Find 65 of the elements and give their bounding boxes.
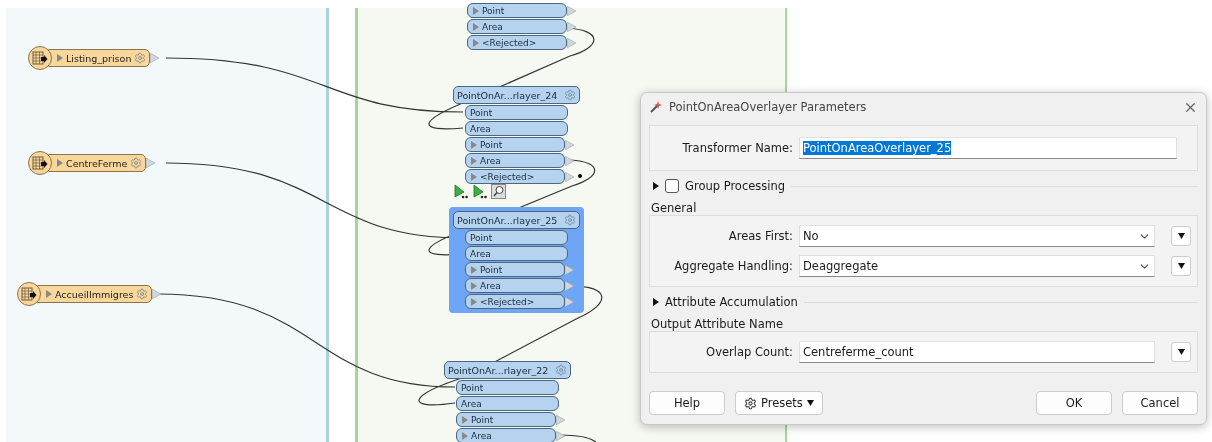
dialog-button[interactable]: Help (649, 391, 725, 415)
caret-icon (1177, 348, 1185, 356)
table-arrow-icon (32, 156, 48, 170)
input-port[interactable]: Area (465, 121, 568, 136)
group-title: General (651, 201, 697, 215)
output-port[interactable]: Point (456, 412, 556, 427)
checkbox[interactable] (665, 179, 679, 193)
table-arrow-icon (32, 51, 48, 65)
caret-icon (1177, 232, 1185, 240)
field-label: Overlap Count: (705, 345, 793, 359)
dropdown-field[interactable]: No (799, 225, 1155, 247)
field-label: Aggregate Handling: (673, 259, 793, 273)
transformer-header[interactable]: PointOnAr...rlayer_22 (444, 361, 571, 379)
run-icon[interactable] (453, 184, 468, 199)
presets-button[interactable]: Presets (735, 391, 823, 415)
port-connector-icon (152, 289, 162, 299)
table-arrow-icon (21, 287, 37, 301)
section-label: Attribute Accumulation (665, 295, 798, 309)
expand-icon (652, 298, 659, 306)
dropdown-field[interactable]: Deaggregate (799, 255, 1155, 277)
reader-label[interactable]: CentreFerme (48, 154, 147, 172)
transformer-header[interactable]: PointOnAr...rlayer_25 (453, 211, 580, 229)
output-port[interactable]: <Rejected> (467, 35, 567, 50)
section-label: Group Processing (685, 179, 786, 193)
port-connector-icon (146, 158, 156, 168)
output-port[interactable]: Point (467, 3, 567, 18)
dialog-title: PointOnAreaOverlayer Parameters (669, 100, 867, 114)
output-port[interactable]: <Rejected> (465, 169, 565, 184)
inspect-icon[interactable] (491, 184, 506, 199)
group-title: Output Attribute Name (651, 317, 783, 331)
input-port[interactable]: Point (456, 380, 559, 395)
output-port[interactable]: Area (465, 153, 565, 168)
dialog-button[interactable]: Cancel (1122, 391, 1198, 415)
port-arrow-icon (56, 54, 63, 62)
input-port[interactable]: Point (465, 105, 568, 120)
caret-icon (1177, 262, 1185, 270)
output-port[interactable]: Point (465, 262, 565, 277)
expand-icon (652, 182, 659, 190)
field-label: Transformer Name: (681, 141, 793, 155)
input-port[interactable]: Point (465, 230, 568, 245)
port-arrow-icon (56, 159, 63, 167)
options-button[interactable] (1171, 256, 1191, 276)
output-port[interactable]: Point (465, 137, 565, 152)
input-field[interactable]: PointOnAreaOverlayer_25 (799, 137, 1177, 159)
wand-icon (649, 100, 663, 114)
input-port[interactable]: Area (465, 246, 568, 261)
output-port[interactable]: <Rejected> (465, 294, 565, 309)
options-button[interactable] (1171, 226, 1191, 246)
input-port[interactable]: Area (456, 396, 559, 411)
reader-label[interactable]: Listing_prison (48, 49, 151, 67)
options-button[interactable] (1171, 342, 1191, 362)
transformer-header[interactable]: PointOnAr...rlayer_24 (453, 86, 580, 104)
field-label: Areas First: (727, 229, 793, 243)
port-connector-icon (150, 53, 160, 63)
port-dot (578, 174, 582, 178)
input-field[interactable]: Centreferme_count (799, 341, 1155, 363)
reader-label[interactable]: AccueilImmigres (37, 285, 153, 303)
output-port[interactable]: Area (456, 428, 556, 442)
caret-icon (806, 399, 814, 407)
dialog-button[interactable]: OK (1036, 391, 1112, 415)
output-port[interactable]: Area (465, 278, 565, 293)
run-icon[interactable] (472, 184, 487, 199)
port-arrow-icon (45, 290, 52, 298)
output-port[interactable]: Area (467, 19, 567, 34)
gear-icon (744, 396, 757, 410)
